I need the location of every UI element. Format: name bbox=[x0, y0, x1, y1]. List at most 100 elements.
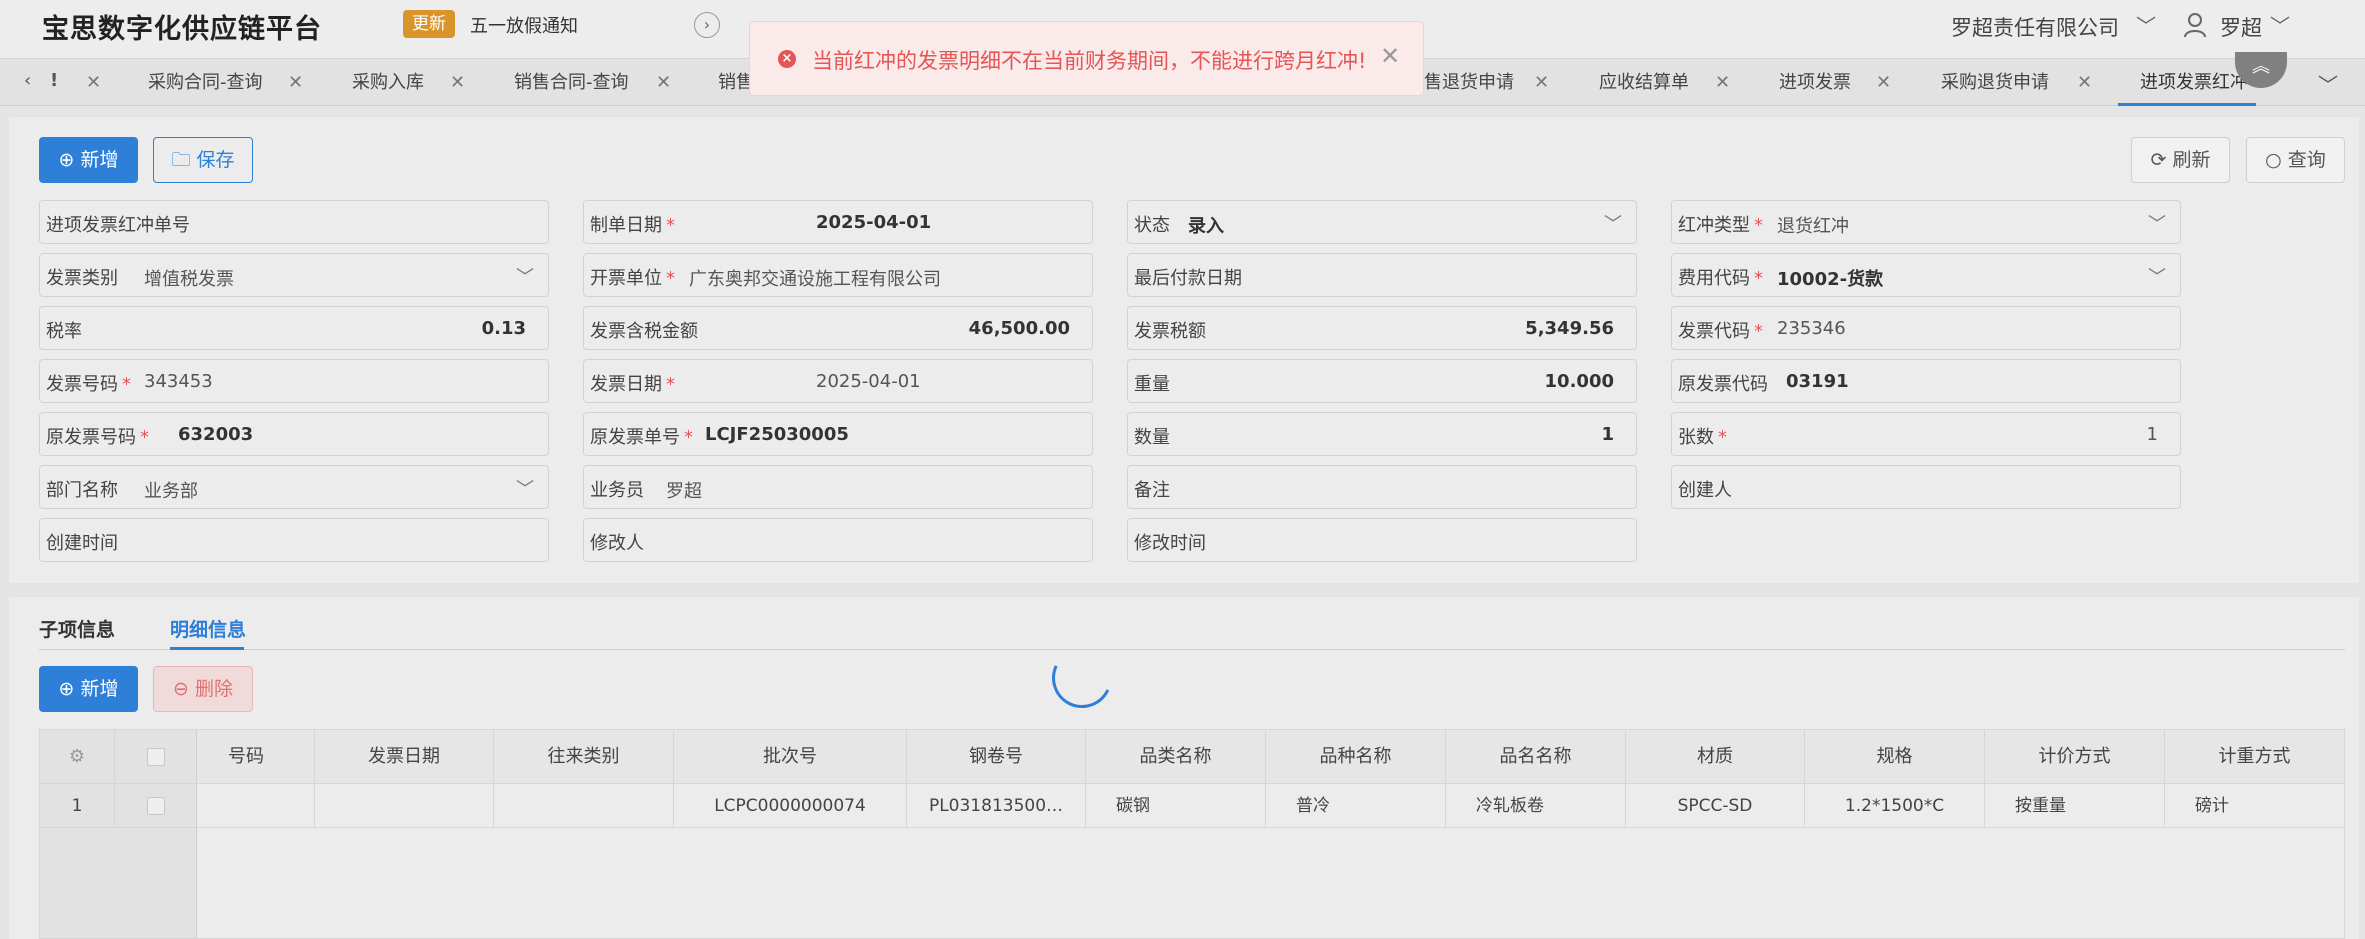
column-header[interactable]: 材质 bbox=[1626, 730, 1805, 784]
tab-sales-contract-query[interactable]: 销售合同-查询 bbox=[514, 59, 629, 106]
row-checkbox[interactable] bbox=[147, 797, 165, 815]
chevron-down-icon[interactable]: ﹀ bbox=[2270, 10, 2290, 39]
chevron-down-icon: ﹀ bbox=[516, 267, 534, 288]
orig-invoice-no-field[interactable]: 原发票号码 * 632003 bbox=[39, 412, 549, 456]
column-header[interactable]: 发票日期 bbox=[315, 730, 494, 784]
creator-field[interactable]: 创建人 bbox=[1671, 465, 2181, 509]
notice-link[interactable]: 五一放假通知 bbox=[470, 12, 578, 38]
column-header[interactable]: 批次号 bbox=[674, 730, 907, 784]
weight-field[interactable]: 重量 10.000 bbox=[1127, 359, 1637, 403]
issuer-field[interactable]: 开票单位 * 广东奥邦交通设施工程有限公司 bbox=[583, 253, 1093, 297]
red-no-field[interactable]: 进项发票红冲单号 bbox=[39, 200, 549, 244]
add-button[interactable]: ⊕ 新增 bbox=[39, 137, 138, 183]
invoice-no-field[interactable]: 发票号码 * 343453 bbox=[39, 359, 549, 403]
chevron-down-icon: ﹀ bbox=[2148, 267, 2166, 288]
invoice-code-field[interactable]: 发票代码 * 235346 bbox=[1671, 306, 2181, 350]
quantity-field[interactable]: 数量 1 bbox=[1127, 412, 1637, 456]
column-header[interactable]: 号码 bbox=[197, 730, 315, 784]
column-header[interactable]: 品类名称 bbox=[1086, 730, 1266, 784]
column-header[interactable]: 品种名称 bbox=[1266, 730, 1446, 784]
chevron-right-icon[interactable]: › bbox=[694, 12, 720, 38]
close-icon[interactable]: ✕ bbox=[450, 59, 465, 106]
column-header[interactable]: 计重方式 bbox=[2165, 730, 2344, 784]
variety-cell: 普冷 bbox=[1266, 784, 1446, 828]
plus-circle-icon: ⊕ bbox=[58, 149, 81, 171]
folder-icon: 🗀 bbox=[171, 149, 197, 171]
chevron-down-icon[interactable]: ﹀ bbox=[2136, 10, 2156, 39]
error-toast: × 当前红冲的发票明细不在当前财务期间，不能进行跨月红冲! ✕ bbox=[749, 21, 1424, 96]
row-index: 1 bbox=[40, 784, 115, 828]
tax-amount-field[interactable]: 发票税额 5,349.56 bbox=[1127, 306, 1637, 350]
tab-purchase-return-request[interactable]: 采购退货申请 bbox=[1941, 59, 2049, 106]
create-date-field[interactable]: 制单日期 * 2025-04-01 bbox=[583, 200, 1093, 244]
close-icon[interactable]: ✕ bbox=[1534, 59, 1549, 106]
pricing-method-cell: 按重量 bbox=[1985, 784, 2165, 828]
query-button[interactable]: ○ 查询 bbox=[2246, 137, 2345, 183]
modifier-field[interactable]: 修改人 bbox=[583, 518, 1093, 562]
close-icon[interactable]: ✕ bbox=[656, 59, 671, 106]
salesman-field[interactable]: 业务员 罗超 bbox=[583, 465, 1093, 509]
close-icon[interactable]: ✕ bbox=[1876, 59, 1891, 106]
update-badge[interactable]: 更新 bbox=[403, 10, 455, 38]
column-header[interactable]: 规格 bbox=[1805, 730, 1985, 784]
form-panel bbox=[9, 117, 2359, 583]
save-button[interactable]: 🗀 保存 bbox=[153, 137, 253, 183]
detail-delete-button[interactable]: ⊖ 删除 bbox=[153, 666, 253, 712]
last-pay-date-field[interactable]: 最后付款日期 bbox=[1127, 253, 1637, 297]
chevron-down-icon: ﹀ bbox=[1604, 214, 1622, 235]
red-type-select[interactable]: 红冲类型 * 退货红冲 ﹀ bbox=[1671, 200, 2181, 244]
column-header[interactable]: 钢卷号 bbox=[907, 730, 1086, 784]
active-subtab-indicator bbox=[170, 647, 244, 650]
settings-icon[interactable]: ⚙ bbox=[40, 730, 115, 784]
close-icon[interactable]: ✕ bbox=[2077, 59, 2092, 106]
amount-with-tax-field[interactable]: 发票含税金额 46,500.00 bbox=[583, 306, 1093, 350]
select-all-checkbox[interactable] bbox=[147, 748, 165, 766]
column-header[interactable]: 计价方式 bbox=[1985, 730, 2165, 784]
user-menu[interactable]: 罗超 bbox=[2220, 12, 2262, 42]
tab-scroll-left-icon[interactable]: ‹ bbox=[24, 70, 31, 91]
tab-sales-return-request[interactable]: 售退货申请 bbox=[1424, 59, 1514, 106]
invoice-category-select[interactable]: 发票类别 增值税发票 ﹀ bbox=[39, 253, 549, 297]
tab-detail-info[interactable]: 明细信息 bbox=[170, 615, 246, 642]
refresh-icon: ⟳ bbox=[2150, 149, 2173, 171]
table-row[interactable]: LCPC0000000074 PL031813500… 碳钢 普冷 冷轧板卷 S… bbox=[40, 784, 2344, 828]
company-selector[interactable]: 罗超责任有限公司 bbox=[1951, 12, 2119, 42]
tax-rate-field[interactable]: 税率 0.13 bbox=[39, 306, 549, 350]
tab-sub-items[interactable]: 子项信息 bbox=[39, 615, 115, 642]
invoice-date-field[interactable]: 发票日期 * 2025-04-01 bbox=[583, 359, 1093, 403]
modify-time-field[interactable]: 修改时间 bbox=[1127, 518, 1637, 562]
tab-receivable-settlement[interactable]: 应收结算单 bbox=[1599, 59, 1689, 106]
fee-code-select[interactable]: 费用代码 * 10002-货款 ﹀ bbox=[1671, 253, 2181, 297]
tab-purchase-inbound[interactable]: 采购入库 bbox=[352, 59, 424, 106]
chevron-down-icon: ﹀ bbox=[516, 479, 534, 500]
coil-no-cell: PL031813500… bbox=[907, 784, 1086, 828]
remark-field[interactable]: 备注 bbox=[1127, 465, 1637, 509]
active-tab-indicator bbox=[2118, 103, 2256, 106]
chevron-down-icon[interactable]: ﹀ bbox=[2318, 69, 2338, 98]
close-icon[interactable]: ✕ bbox=[1715, 59, 1730, 106]
tab-purchase-contract-query[interactable]: 采购合同-查询 bbox=[148, 59, 263, 106]
toast-message: 当前红冲的发票明细不在当前财务期间，不能进行跨月红冲! bbox=[812, 49, 1367, 73]
error-icon: × bbox=[778, 50, 796, 68]
close-icon[interactable]: ✕ bbox=[288, 59, 303, 106]
orig-invoice-code-field[interactable]: 原发票代码 03191 bbox=[1671, 359, 2181, 403]
create-time-field[interactable]: 创建时间 bbox=[39, 518, 549, 562]
table-header: 号码 发票日期 往来类别 批次号 钢卷号 品类名称 品种名称 品名名称 材质 规… bbox=[40, 730, 2344, 784]
batch-no-cell: LCPC0000000074 bbox=[674, 784, 907, 828]
close-icon[interactable]: ✕ bbox=[1380, 42, 1400, 70]
status-select[interactable]: 状态 录入 ﹀ bbox=[1127, 200, 1637, 244]
close-icon[interactable]: ✕ bbox=[86, 59, 101, 106]
product-name-cell: 冷轧板卷 bbox=[1446, 784, 1626, 828]
detail-add-button[interactable]: ⊕ 新增 bbox=[39, 666, 138, 712]
column-header[interactable]: 品名名称 bbox=[1446, 730, 1626, 784]
refresh-button[interactable]: ⟳ 刷新 bbox=[2131, 137, 2230, 183]
spec-cell: 1.2*1500*C bbox=[1805, 784, 1985, 828]
orig-invoice-bill-field[interactable]: 原发票单号 * LCJF25030005 bbox=[583, 412, 1093, 456]
tab-input-invoice[interactable]: 进项发票 bbox=[1779, 59, 1851, 106]
department-select[interactable]: 部门名称 业务部 ﹀ bbox=[39, 465, 549, 509]
sheets-field[interactable]: 张数 * 1 bbox=[1671, 412, 2181, 456]
tab-home-marker[interactable]: ! bbox=[50, 70, 58, 91]
column-header[interactable]: 往来类别 bbox=[494, 730, 674, 784]
app-title: 宝思数字化供应链平台 bbox=[42, 14, 322, 45]
divider bbox=[39, 649, 2345, 650]
